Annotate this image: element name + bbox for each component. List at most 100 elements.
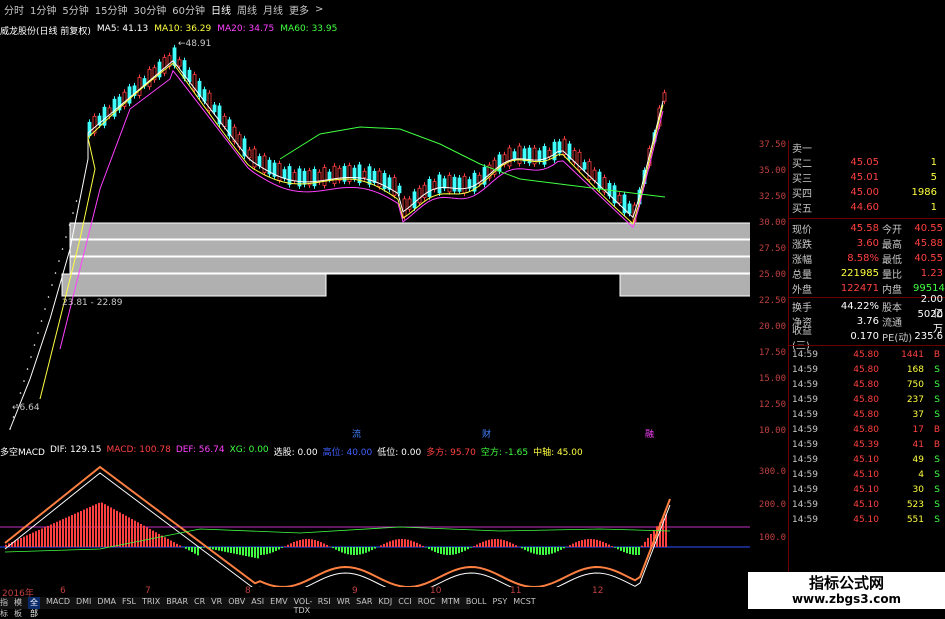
macd-bar [65,518,67,547]
period-tab-5[interactable]: 60分钟 [172,2,205,17]
indicator-tab-7[interactable]: TRIX [142,597,160,609]
indicator-tab-10[interactable]: VR [211,597,222,609]
macd-bar [644,542,646,547]
macd-bar [350,547,352,555]
zhongzhou-value: 中轴: 45.00 [533,445,583,457]
indicator-tab-8[interactable]: BRAR [166,597,188,609]
macd-bar [140,524,142,547]
quote-row: 涨幅8.58%最低40.55 [789,251,945,266]
macd-chart[interactable] [0,457,750,587]
period-tab-8[interactable]: 月线 [263,2,283,17]
price-axis-label: 25.00 [759,270,786,280]
quote-value: 44.22% [829,301,879,312]
macd-bar [575,542,577,547]
candle-body [448,175,451,192]
period-tab-4[interactable]: 30分钟 [133,2,166,17]
macd-bar [245,547,247,556]
tick-volume: 49 [879,455,924,465]
period-toolbar: 分时 1分钟 5分钟 15分钟 30分钟 60分钟日线周线月线更多 > [0,0,535,19]
macd-bar [137,522,139,547]
macd-bar [221,547,223,551]
indicator-tab-19[interactable]: CCI [398,597,412,609]
indicator-tab-14[interactable]: VOL-TDX [294,597,312,609]
indicator-tab-22[interactable]: BOLL [466,597,487,609]
tick-volume: 4 [879,470,924,480]
quote-label: 股本 [879,299,913,314]
tick-price: 45.10 [829,470,879,480]
indicator-tab-11[interactable]: OBV [228,597,245,609]
macd-bar [299,540,301,547]
period-tab-6[interactable]: 日线 [211,2,231,17]
indicator-tab-0[interactable]: 指标 [0,597,8,609]
order-label: 卖一 [789,140,829,155]
indicator-tab-21[interactable]: MTM [441,597,460,609]
macd-bar [203,547,205,548]
period-tab-1[interactable]: 1分钟 [30,2,56,17]
period-tab-3[interactable]: 15分钟 [95,2,128,17]
marker-rong: 融 [645,429,654,440]
macd-bar [53,523,55,547]
indicator-tab-23[interactable]: PSY [492,597,507,609]
indicator-tab-24[interactable]: MCST [513,597,535,609]
path-dot [27,368,29,370]
indicator-tab-4[interactable]: DMI [76,597,91,609]
macd-bar [284,546,286,547]
watermark: 指标公式网 www.zbgs3.com [748,572,945,609]
macd-bar [95,504,97,547]
indicator-tab-1[interactable]: 模板 [14,597,22,609]
macd-bar [539,547,541,555]
indicator-tab-3[interactable]: MACD [46,597,70,609]
indicator-tab-13[interactable]: EMV [270,597,287,609]
macd-bar [446,547,448,555]
indicator-tab-20[interactable]: ROC [418,597,435,609]
indicator-info-bar: 多空MACD DIF: 129.15 MACD: 100.78 DEF: 56.… [0,445,750,457]
tick-row: 14:5945.801441B [789,347,945,362]
indicator-tab-16[interactable]: WR [337,597,350,609]
macd-bar [521,547,523,548]
indicator-tab-15[interactable]: RSI [318,597,331,609]
macd-bar [419,544,421,547]
indicator-tab-12[interactable]: ASI [251,597,264,609]
period-tab-7[interactable]: 周线 [237,2,257,17]
quote-value: 122471 [829,283,879,294]
macd-bar [41,529,43,547]
order-label: 买四 [789,185,829,200]
macd-bar [257,547,259,558]
macd-bar [98,503,100,547]
indicator-tab-6[interactable]: FSL [122,597,136,609]
candle-body [443,179,446,188]
macd-bar [230,547,232,553]
macd-bar [17,539,19,547]
indicator-tab-2[interactable]: 全部 [28,597,40,609]
macd-bar [236,547,238,554]
indicator-tab-18[interactable]: KDJ [378,597,392,609]
macd-bar [62,519,64,547]
indicator-tab-5[interactable]: DMA [97,597,116,609]
period-tab-2[interactable]: 5分钟 [62,2,88,17]
chevron-right-icon[interactable]: > [315,4,323,15]
path-dot [20,392,22,394]
candle-body [518,146,521,163]
quote-panel: 卖一买二45.051买三45.015买四45.001986买五44.601现价4… [788,140,945,609]
candlestick-chart[interactable]: ←48.91 23.81 - 22.89 ←6.64 流 财 融 [0,19,750,441]
macd-bar [260,547,262,555]
macd-bar [80,511,82,547]
macd-bar [278,547,280,549]
macd-bar [509,542,511,547]
macd-bar [410,541,412,547]
period-tab-9[interactable]: 更多 [289,2,309,17]
indicator-tab-9[interactable]: CR [194,597,205,609]
tick-price: 45.80 [829,365,879,375]
tick-time: 14:59 [789,410,829,420]
macd-bar [275,547,277,551]
indicator-tabs: 指标模板全部 MACD DMI DMA FSL TRIX BRAR CR VR OBV ASI EMV… [0,597,470,609]
macd-bar [227,547,229,552]
period-tab-0[interactable]: 分时 [4,2,24,17]
macd-bar [59,520,61,547]
indicator-name[interactable]: 多空MACD [0,445,45,457]
macd-bar [401,539,403,547]
indicator-tab-17[interactable]: SAR [356,597,372,609]
macd-bar [503,540,505,547]
path-dot [41,320,43,322]
macd-bar [242,547,244,555]
